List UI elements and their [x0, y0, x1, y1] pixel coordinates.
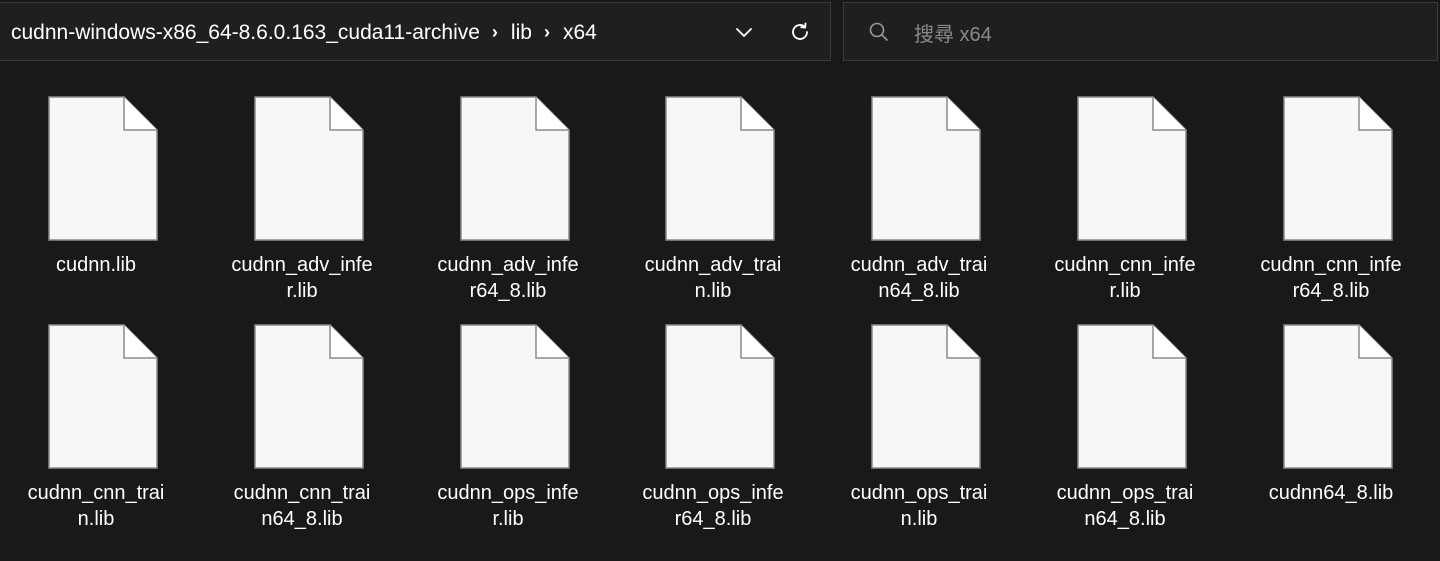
file-name-line: r.lib	[492, 508, 524, 530]
file-name-line: cudnn_adv_trai	[644, 254, 782, 276]
chevron-down-icon	[736, 28, 752, 37]
file-name-line: cudnn_ops_infe	[437, 482, 579, 504]
file-icon	[460, 96, 570, 241]
file-name-line: n.lib	[77, 508, 115, 530]
file-name: cudnn_ops_trai n.lib	[829, 480, 1009, 532]
file-icon	[48, 96, 158, 241]
file-grid: cudnn.lib cudnn_adv_infe r.lib cudnn_adv_in…	[0, 66, 1440, 561]
file-item[interactable]: cudnn_ops_infe r.lib	[418, 294, 598, 530]
breadcrumb-item-lib[interactable]: lib	[511, 21, 532, 45]
file-item[interactable]: cudnn_adv_infe r.lib	[212, 66, 392, 302]
file-item[interactable]: cudnn_cnn_trai n64_8.lib	[212, 294, 392, 530]
breadcrumb-item-archive[interactable]: cudnn-windows-x86_64-8.6.0.163_cuda11-ar…	[11, 21, 480, 45]
file-name-line: cudnn_adv_infe	[231, 254, 373, 276]
file-name: cudnn.lib	[6, 252, 186, 278]
search-box[interactable]: 搜尋 x64	[843, 2, 1438, 61]
file-name-line: cudnn_cnn_infe	[1260, 254, 1402, 276]
file-item[interactable]: cudnn_cnn_trai n.lib	[6, 294, 186, 530]
file-icon	[871, 96, 981, 241]
search-icon	[869, 22, 888, 41]
file-name-line: n64_8.lib	[261, 508, 343, 530]
file-icon	[48, 324, 158, 469]
file-item[interactable]: cudnn_adv_trai n.lib	[623, 66, 803, 302]
file-icon	[1077, 96, 1187, 241]
search-placeholder: 搜尋 x64	[914, 24, 992, 46]
file-name-line: cudnn_cnn_trai	[27, 482, 165, 504]
breadcrumb: cudnn-windows-x86_64-8.6.0.163_cuda11-ar…	[11, 3, 597, 62]
address-bar[interactable]: cudnn-windows-x86_64-8.6.0.163_cuda11-ar…	[0, 2, 831, 61]
file-icon	[254, 96, 364, 241]
file-icon	[665, 96, 775, 241]
file-name-line: cudnn_cnn_trai	[233, 482, 371, 504]
refresh-button[interactable]	[785, 17, 815, 47]
file-name-line: cudnn_adv_infe	[437, 254, 579, 276]
file-name-line: cudnn_ops_trai	[850, 482, 988, 504]
file-name-line: cudnn_ops_trai	[1056, 482, 1194, 504]
file-item[interactable]: cudnn64_8.lib	[1241, 294, 1421, 516]
file-name: cudnn_cnn_trai n64_8.lib	[212, 480, 392, 532]
file-item[interactable]: cudnn_cnn_infe r.lib	[1035, 66, 1215, 302]
file-icon	[665, 324, 775, 469]
file-icon	[871, 324, 981, 469]
file-icon	[460, 324, 570, 469]
file-name-line: n.lib	[900, 508, 938, 530]
file-icon	[254, 324, 364, 469]
file-name-line: r64_8.lib	[674, 508, 752, 530]
file-item[interactable]: cudnn_adv_trai n64_8.lib	[829, 66, 1009, 302]
explorer-toolbar: cudnn-windows-x86_64-8.6.0.163_cuda11-ar…	[0, 0, 1440, 66]
file-item[interactable]: cudnn_ops_infe r64_8.lib	[623, 294, 803, 530]
file-icon	[1283, 324, 1393, 469]
file-item[interactable]: cudnn.lib	[6, 66, 186, 288]
file-icon	[1077, 324, 1187, 469]
file-item[interactable]: cudnn_ops_trai n.lib	[829, 294, 1009, 530]
file-name-line: cudnn.lib	[55, 254, 137, 276]
file-item[interactable]: cudnn_ops_trai n64_8.lib	[1035, 294, 1215, 530]
file-name-line: cudnn64_8.lib	[1268, 482, 1394, 504]
breadcrumb-item-x64[interactable]: x64	[563, 21, 597, 45]
file-name-line: cudnn_ops_infe	[642, 482, 784, 504]
address-history-button[interactable]	[729, 17, 759, 47]
file-name: cudnn_ops_trai n64_8.lib	[1035, 480, 1215, 532]
file-item[interactable]: cudnn_cnn_infe r64_8.lib	[1241, 66, 1421, 302]
file-name-line: cudnn_adv_trai	[850, 254, 988, 276]
file-name-line: cudnn_cnn_infe	[1054, 254, 1196, 276]
file-name: cudnn_ops_infe r.lib	[418, 480, 598, 532]
file-name: cudnn64_8.lib	[1241, 480, 1421, 506]
refresh-icon	[792, 22, 808, 40]
breadcrumb-separator: ›	[543, 22, 550, 42]
file-name-line: n64_8.lib	[1084, 508, 1166, 530]
file-name: cudnn_ops_infe r64_8.lib	[623, 480, 803, 532]
file-item[interactable]: cudnn_adv_infe r64_8.lib	[418, 66, 598, 302]
file-icon	[1283, 96, 1393, 241]
file-name: cudnn_cnn_trai n.lib	[6, 480, 186, 532]
breadcrumb-separator: ›	[491, 22, 498, 42]
